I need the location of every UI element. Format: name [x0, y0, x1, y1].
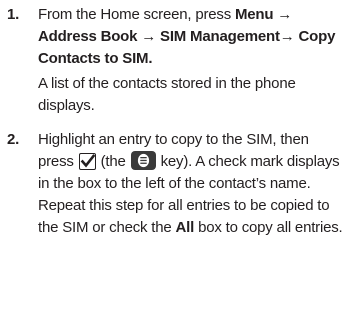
step-1: 1. From the Home screen, press Menu → Ad…: [7, 4, 343, 117]
all-checkbox-label: All: [175, 219, 195, 236]
checkbox-checked-icon: [78, 153, 96, 170]
step-result: A list of the contacts stored in the pho…: [38, 75, 296, 114]
step-number: 1.: [7, 6, 20, 23]
step-instruction: From the Home screen, press Menu → Addre…: [38, 4, 343, 70]
instruction-text: box to copy all entries.: [194, 219, 343, 236]
step-instruction: Highlight an entry to copy to the SIM, t…: [38, 129, 343, 239]
step-2: 2. Highlight an entry to copy to the SIM…: [7, 129, 343, 239]
instruction-text: From the Home screen, press: [38, 6, 235, 23]
document-body: 1. From the Home screen, press Menu → Ad…: [7, 4, 343, 239]
instruction-text: (the: [96, 153, 130, 170]
options-key-icon: [130, 151, 156, 170]
step-number: 2.: [7, 131, 20, 148]
